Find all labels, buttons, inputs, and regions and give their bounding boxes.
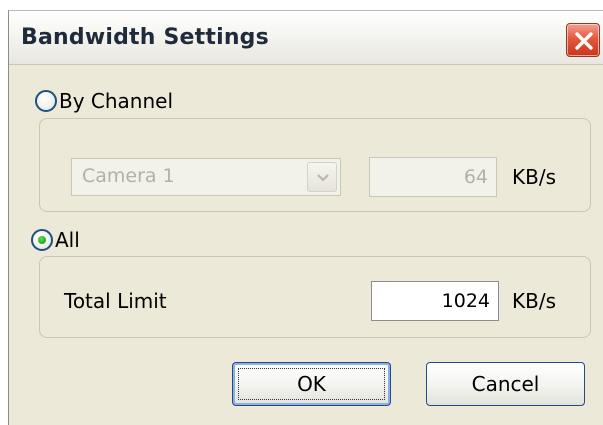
close-icon — [575, 32, 593, 50]
all-radio[interactable] — [31, 229, 53, 251]
close-button[interactable] — [566, 23, 600, 57]
ok-button[interactable]: OK — [232, 362, 391, 406]
dialog-title: Bandwidth Settings — [21, 25, 269, 50]
bandwidth-settings-dialog: Bandwidth Settings By Channel Camera 1 6… — [8, 10, 603, 425]
all-label[interactable]: All — [55, 228, 80, 252]
chevron-down-icon — [317, 174, 329, 182]
channel-rate-input[interactable]: 64 — [369, 157, 497, 197]
camera-select[interactable]: Camera 1 — [71, 158, 341, 196]
by-channel-radio[interactable] — [35, 90, 57, 112]
cancel-button-label: Cancel — [471, 372, 540, 396]
radio-selected-dot — [38, 236, 46, 244]
total-limit-input[interactable]: 1024 — [371, 281, 499, 321]
focus-rectangle — [238, 368, 385, 400]
cancel-button[interactable]: Cancel — [426, 362, 585, 406]
channel-rate-unit: KB/s — [512, 165, 556, 189]
title-bar[interactable]: Bandwidth Settings — [9, 11, 603, 65]
camera-select-dropdown-button[interactable] — [307, 162, 337, 192]
total-limit-label: Total Limit — [64, 289, 167, 313]
total-limit-unit: KB/s — [512, 289, 556, 313]
camera-select-value: Camera 1 — [82, 165, 175, 187]
by-channel-label[interactable]: By Channel — [59, 89, 173, 113]
